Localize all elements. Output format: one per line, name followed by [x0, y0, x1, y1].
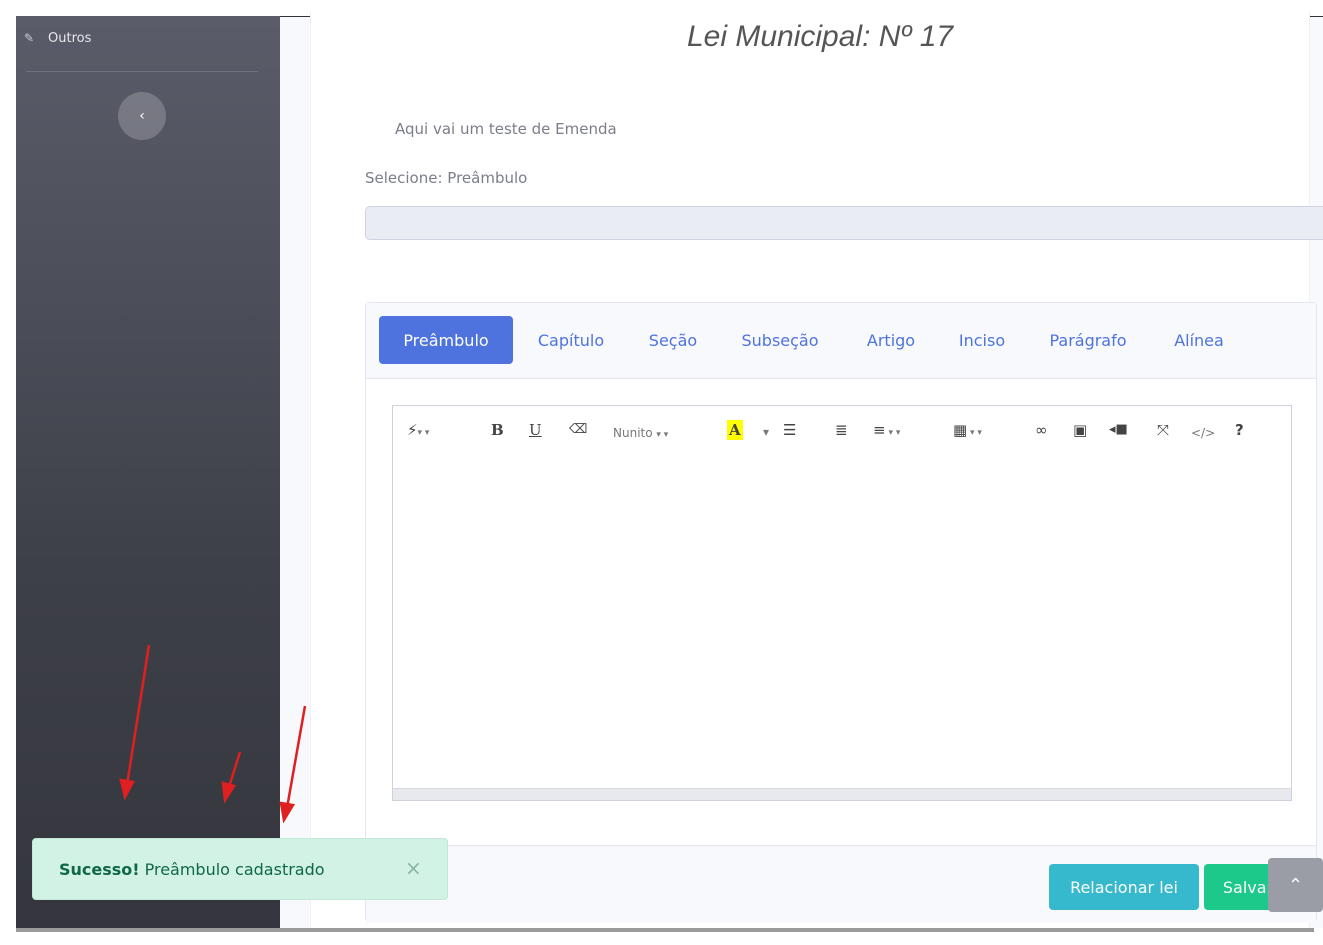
- editor-resize-bar[interactable]: [393, 788, 1291, 800]
- scroll-to-top-button[interactable]: ⌃: [1268, 858, 1323, 912]
- paragraph-align-icon[interactable]: ≡ ▾ ▾: [873, 420, 900, 443]
- sidebar: ✎ Outros ‹: [16, 16, 280, 928]
- bottom-shadow: [16, 928, 1314, 932]
- main-card: Lei Municipal: Nº 17 Aqui vai um teste d…: [310, 12, 1323, 928]
- tab-capitulo[interactable]: Capítulo: [528, 316, 614, 364]
- ordered-list-icon[interactable]: ≣: [835, 420, 848, 440]
- tab-artigo[interactable]: Artigo: [854, 316, 928, 364]
- image-icon[interactable]: ▣: [1073, 420, 1087, 440]
- relacionar-lei-button[interactable]: Relacionar lei: [1049, 864, 1199, 910]
- font-name-dropdown[interactable]: Nunito ▾ ▾: [613, 423, 668, 445]
- underline-button[interactable]: U: [529, 420, 542, 440]
- rich-text-editor: ⚡▾ ▾ B U ⌫ Nunito ▾ ▾ A ▾ ☰ ≣ ≡ ▾ ▾ ▦ ▾ …: [392, 405, 1292, 801]
- eraser-icon[interactable]: ⌫: [569, 420, 587, 440]
- chevron-up-icon: ⌃: [1287, 874, 1304, 896]
- toast-message: Preâmbulo cadastrado: [144, 859, 325, 879]
- emenda-subtitle: Aqui vai um teste de Emenda: [395, 120, 617, 138]
- code-view-button[interactable]: </>: [1191, 423, 1215, 443]
- toast-title: Sucesso!: [59, 859, 140, 879]
- chevron-left-icon: ‹: [139, 108, 145, 124]
- main-content: Lei Municipal: Nº 17 Aqui vai um teste d…: [280, 12, 1323, 928]
- browser-frame: ✎ Outros ‹ Lei Municipal: Nº 17 Aqui vai…: [0, 0, 1323, 945]
- sidebar-item-outros[interactable]: ✎ Outros: [24, 24, 91, 52]
- tab-paragrafo[interactable]: Parágrafo: [1038, 316, 1138, 364]
- font-name-label: Nunito: [613, 426, 653, 440]
- bold-button[interactable]: B: [491, 420, 504, 440]
- link-icon[interactable]: ∞: [1035, 420, 1048, 440]
- edit-icon: ✎: [24, 31, 35, 45]
- unordered-list-icon[interactable]: ☰: [783, 420, 796, 440]
- card-footer: Relacionar lei Salvar: [366, 845, 1316, 923]
- magic-style-icon[interactable]: ⚡▾ ▾: [407, 420, 429, 443]
- tab-preambulo[interactable]: Preâmbulo: [379, 316, 513, 364]
- tab-subsecao[interactable]: Subseção: [730, 316, 830, 364]
- font-color-dropdown-icon[interactable]: ▾: [763, 422, 769, 442]
- sidebar-toggle-button[interactable]: ‹: [118, 92, 166, 140]
- table-icon[interactable]: ▦ ▾ ▾: [953, 420, 982, 443]
- editor-card: Preâmbulo Capítulo Seção Subseção Artigo…: [365, 302, 1317, 923]
- help-button[interactable]: ?: [1235, 420, 1244, 440]
- select-field[interactable]: [365, 206, 1323, 240]
- sidebar-item-label: Outros: [48, 30, 92, 46]
- fullscreen-icon[interactable]: ⤧: [1157, 420, 1169, 440]
- tab-inciso[interactable]: Inciso: [948, 316, 1016, 364]
- tab-alinea[interactable]: Alínea: [1162, 316, 1236, 364]
- tabs-header: Preâmbulo Capítulo Seção Subseção Artigo…: [366, 303, 1316, 379]
- select-label: Selecione: Preâmbulo: [365, 169, 528, 187]
- toast-close-button[interactable]: ×: [405, 856, 422, 880]
- sidebar-divider: [26, 71, 258, 72]
- success-toast: Sucesso! Preâmbulo cadastrado ×: [32, 838, 448, 900]
- page-title: Lei Municipal: Nº 17: [687, 20, 954, 53]
- video-icon[interactable]: ◂■: [1109, 420, 1128, 440]
- font-color-button[interactable]: A: [727, 420, 743, 440]
- tab-secao[interactable]: Seção: [638, 316, 708, 364]
- editor-toolbar: ⚡▾ ▾ B U ⌫ Nunito ▾ ▾ A ▾ ☰ ≣ ≡ ▾ ▾ ▦ ▾ …: [393, 406, 1291, 456]
